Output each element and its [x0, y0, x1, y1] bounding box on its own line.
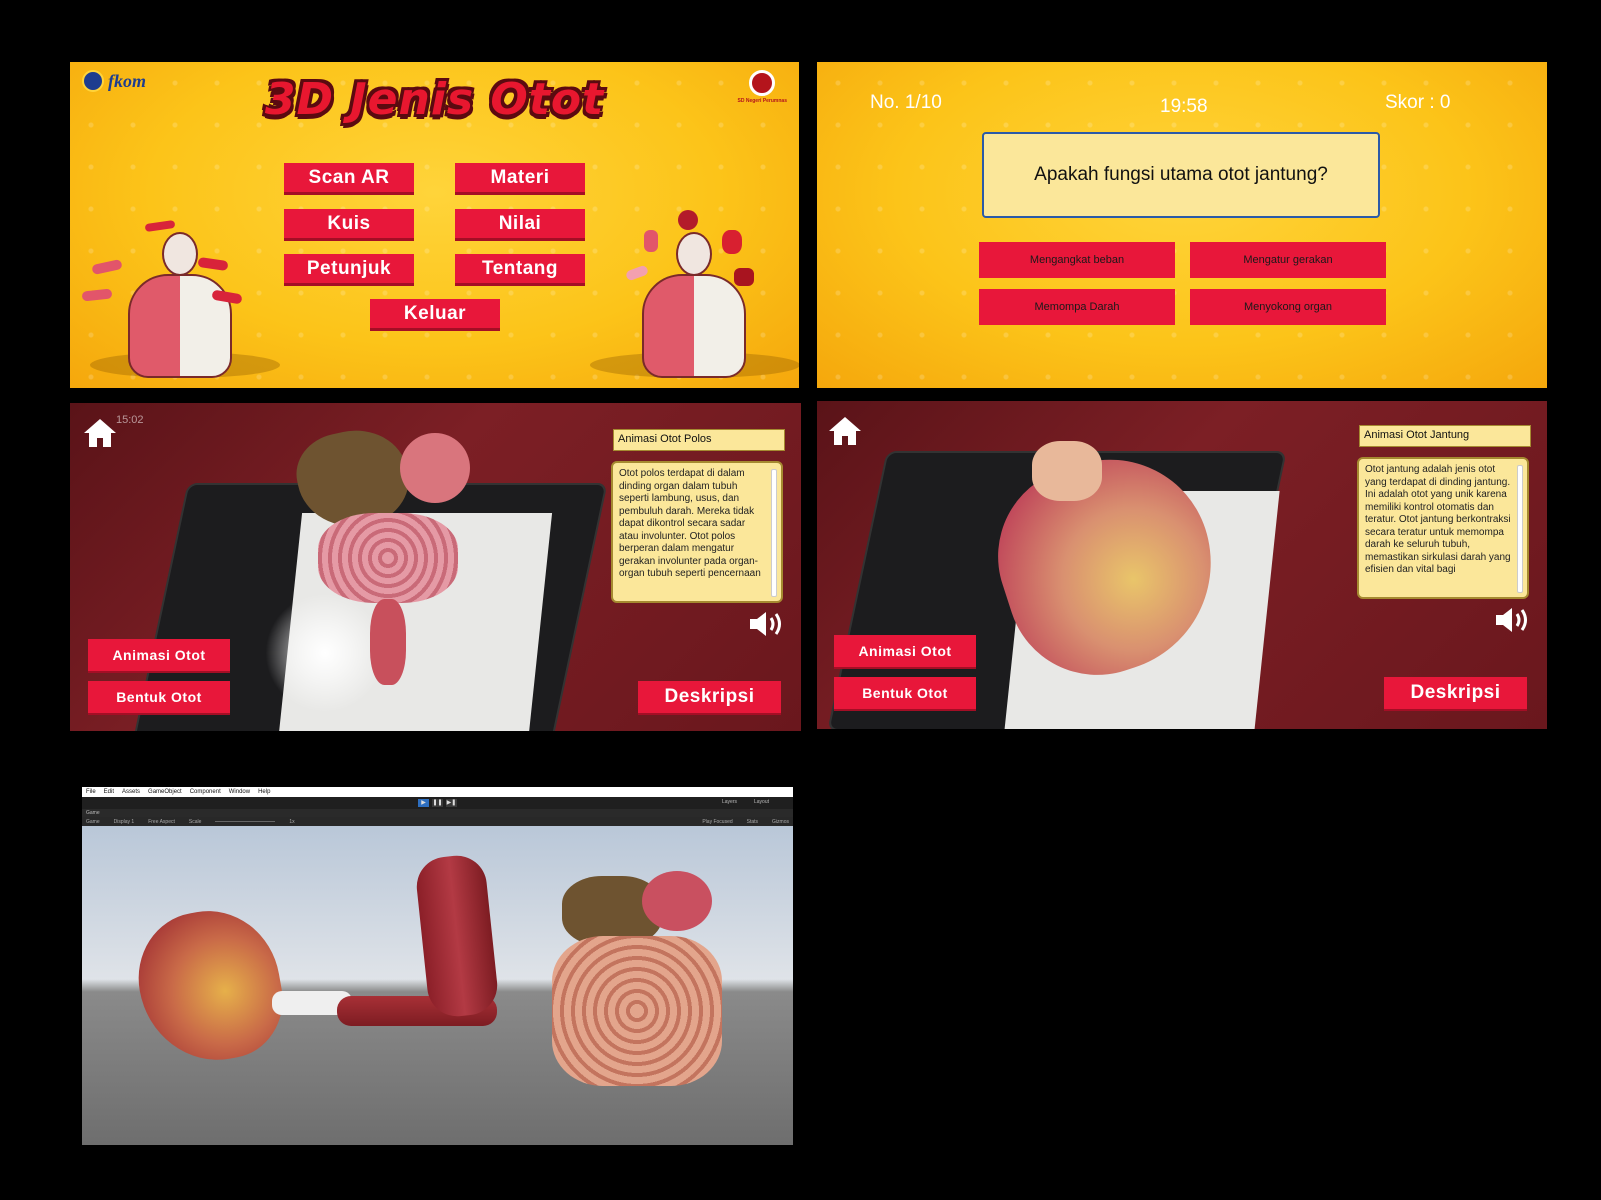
stats-button[interactable]: Stats — [747, 819, 758, 825]
play-controls: ▶ ❚❚ ▶❚ — [418, 799, 457, 807]
materi-button[interactable]: Materi — [455, 163, 585, 195]
scale-slider[interactable] — [215, 821, 276, 822]
stomach-3d-model — [642, 871, 712, 931]
game-dropdown[interactable]: Game — [86, 819, 100, 825]
scan-ar-button[interactable]: Scan AR — [284, 163, 414, 195]
menu-file[interactable]: File — [86, 789, 96, 795]
menu-assets[interactable]: Assets — [122, 789, 140, 795]
layers-dropdown[interactable]: Layers — [722, 799, 737, 805]
game-tab[interactable]: Game — [82, 809, 793, 817]
unity-editor-window: File Edit Assets GameObject Component Wi… — [82, 787, 793, 1145]
display-dropdown[interactable]: Display 1 — [114, 819, 135, 825]
light-glare — [265, 593, 385, 713]
upper-arm-muscle-model — [413, 852, 501, 1020]
play-icon[interactable]: ▶ — [418, 799, 429, 807]
game-title: 3D Jenis Otot — [264, 74, 605, 125]
brain-organ-icon — [678, 210, 698, 230]
tentang-button[interactable]: Tentang — [455, 254, 585, 286]
quiz-panel: No. 1/10 19:58 Skor : 0 Apakah fungsi ut… — [817, 62, 1547, 388]
anatomy-figure-left — [90, 232, 280, 388]
speaker-icon[interactable] — [1494, 605, 1532, 635]
pause-icon[interactable]: ❚❚ — [432, 799, 443, 807]
stomach-organ-icon — [644, 230, 658, 252]
anatomy-figure-right — [590, 232, 799, 388]
question-number: No. 1/10 — [870, 92, 942, 113]
question-text: Apakah fungsi utama otot jantung? — [982, 132, 1380, 218]
bentuk-otot-button[interactable]: Bentuk Otot — [88, 681, 230, 715]
ar-description-box: Otot jantung adalah jenis otot yang terd… — [1357, 457, 1529, 599]
ar-description-box: Otot polos terdapat di dalam dinding org… — [611, 461, 783, 603]
ar-view-heart-muscle: Animasi Otot Jantung Otot jantung adalah… — [817, 401, 1547, 729]
home-icon[interactable] — [82, 415, 118, 451]
muscle-fiber-icon — [144, 219, 176, 233]
rectum-model — [370, 599, 406, 685]
stomach-model — [400, 433, 470, 503]
animasi-otot-button[interactable]: Animasi Otot — [834, 635, 976, 669]
editor-toolbar: ▶ ❚❚ ▶❚ Layers Layout — [82, 797, 793, 809]
aorta-model — [1032, 441, 1102, 501]
speaker-icon[interactable] — [748, 609, 786, 639]
game-view-bar: Game Display 1 Free Aspect Scale 1x Play… — [82, 817, 793, 826]
menu-component[interactable]: Component — [190, 789, 221, 795]
nilai-button[interactable]: Nilai — [455, 209, 585, 241]
answer-button-2[interactable]: Mengatur gerakan — [1190, 242, 1386, 278]
game-scene-view[interactable] — [82, 826, 793, 1145]
keluar-button[interactable]: Keluar — [370, 299, 500, 331]
heart-3d-model — [128, 899, 292, 1073]
quiz-timer: 19:58 — [1160, 96, 1208, 117]
answer-button-4[interactable]: Menyokong organ — [1190, 289, 1386, 325]
menu-edit[interactable]: Edit — [104, 789, 114, 795]
ar-view-smooth-muscle: 15:02 Animasi Otot Polos Otot polos terd… — [70, 403, 801, 731]
heart-organ-icon — [722, 230, 742, 254]
ar-description-text: Otot jantung adalah jenis otot yang terd… — [1365, 464, 1511, 575]
scale-label: Scale — [188, 818, 202, 825]
gizmos-button[interactable]: Gizmos — [772, 819, 793, 825]
menu-window[interactable]: Window — [229, 789, 250, 795]
description-scrollbar[interactable] — [1517, 465, 1523, 593]
ar-title-label: Animasi Otot Jantung — [1359, 425, 1531, 447]
ar-title-label: Animasi Otot Polos — [613, 429, 785, 451]
scale-value: 1x — [289, 818, 295, 825]
menu-gameobject[interactable]: GameObject — [148, 789, 182, 795]
bentuk-otot-button[interactable]: Bentuk Otot — [834, 677, 976, 711]
aspect-dropdown[interactable]: Free Aspect — [148, 819, 175, 825]
status-bar-time: 15:02 — [116, 414, 144, 426]
kuis-button[interactable]: Kuis — [284, 209, 414, 241]
ar-description-text: Otot polos terdapat di dalam dinding org… — [619, 468, 761, 579]
intestine-3d-model — [552, 936, 722, 1086]
intestine-model — [318, 513, 458, 603]
deskripsi-button[interactable]: Deskripsi — [1384, 677, 1527, 711]
deskripsi-button[interactable]: Deskripsi — [638, 681, 781, 715]
quiz-score: Skor : 0 — [1385, 92, 1451, 113]
animasi-otot-button[interactable]: Animasi Otot — [88, 639, 230, 673]
petunjuk-button[interactable]: Petunjuk — [284, 254, 414, 286]
layout-dropdown[interactable]: Layout — [754, 799, 769, 805]
answer-button-1[interactable]: Mengangkat beban — [979, 242, 1175, 278]
menu-help[interactable]: Help — [258, 789, 270, 795]
step-icon[interactable]: ▶❚ — [446, 799, 457, 807]
home-icon[interactable] — [827, 413, 863, 449]
answer-button-3[interactable]: Memompa Darah — [979, 289, 1175, 325]
editor-menubar: File Edit Assets GameObject Component Wi… — [82, 787, 793, 797]
lungs-organ-icon — [734, 268, 754, 286]
main-menu-panel: fkom SD Negeri Perumnas 3D Jenis Otot Sc… — [70, 62, 799, 388]
description-scrollbar[interactable] — [771, 469, 777, 597]
play-focused-dropdown[interactable]: Play Focused — [702, 819, 732, 825]
